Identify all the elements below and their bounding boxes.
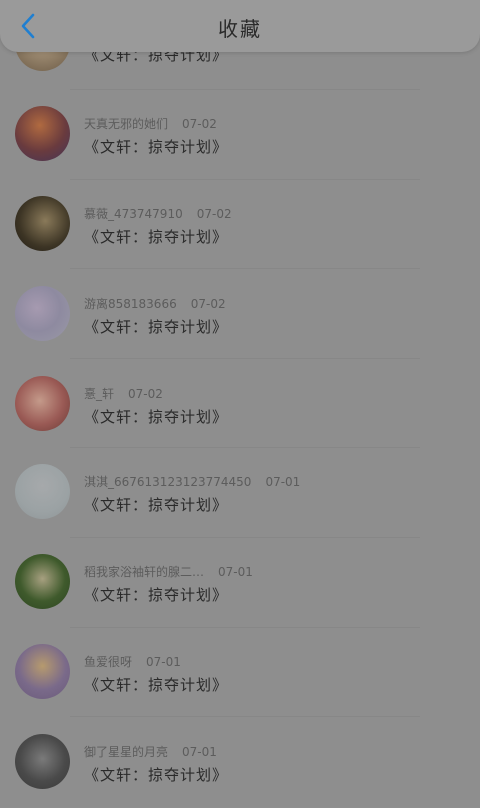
date: 07-02 [190, 297, 226, 311]
page-title: 收藏 [218, 17, 262, 41]
top-bar: 收藏 [0, 0, 480, 52]
work-title[interactable]: 《文轩：掠夺计划》 [84, 406, 228, 427]
list-item[interactable]: 憙_轩 07-02 《文轩：掠夺计划》 [0, 360, 480, 450]
item-meta: 天真无邪的她们 07-02 [84, 115, 217, 132]
divider [70, 716, 420, 717]
list-item[interactable]: 天真无邪的她们 07-02 《文轩：掠夺计划》 [0, 90, 480, 180]
work-title[interactable]: 《文轩：掠夺计划》 [84, 674, 228, 695]
username[interactable]: 稻我家浴袖轩的腺二… [84, 565, 204, 579]
list-item[interactable]: 御了星星的月亮 07-01 《文轩：掠夺计划》 [0, 718, 480, 808]
item-meta: 御了星星的月亮 07-01 [84, 743, 217, 760]
divider [70, 358, 420, 359]
list-item[interactable]: 淇淇_667613123123774450 07-01 《文轩：掠夺计划》 [0, 448, 480, 538]
work-title[interactable]: 《文轩：掠夺计划》 [84, 136, 228, 157]
date: 07-02 [182, 117, 217, 131]
username[interactable]: 憙_轩 [84, 387, 114, 401]
username[interactable]: 御了星星的月亮 [84, 745, 168, 759]
date: 07-01 [182, 745, 217, 759]
item-meta: 憙_轩 07-02 [84, 385, 163, 402]
item-meta: 鱼爱很呀 07-01 [84, 653, 181, 670]
item-meta: 淇淇_667613123123774450 07-01 [84, 473, 300, 490]
avatar [15, 376, 70, 431]
work-title[interactable]: 《文轩：掠夺计划》 [84, 226, 228, 247]
username[interactable]: 游离858183666 [84, 297, 177, 311]
date: 07-02 [196, 207, 232, 221]
work-title[interactable]: 《文轩：掠夺计划》 [84, 494, 228, 515]
item-meta: 慕薇_473747910 07-02 [84, 205, 232, 222]
avatar [15, 106, 70, 161]
date: 07-01 [265, 475, 301, 489]
work-title[interactable]: 《文轩：掠夺计划》 [84, 584, 228, 605]
date: 07-01 [146, 655, 181, 669]
avatar [15, 464, 70, 519]
username[interactable]: 天真无邪的她们 [84, 117, 168, 131]
list-item[interactable]: 鱼爱很呀 07-01 《文轩：掠夺计划》 [0, 628, 480, 718]
date: 07-02 [128, 387, 163, 401]
list-item[interactable]: 游离858183666 07-02 《文轩：掠夺计划》 [0, 270, 480, 360]
username[interactable]: 鱼爱很呀 [84, 655, 132, 669]
avatar [15, 734, 70, 789]
work-title[interactable]: 《文轩：掠夺计划》 [84, 316, 228, 337]
avatar [15, 644, 70, 699]
item-meta: 稻我家浴袖轩的腺二… 07-01 [84, 563, 253, 580]
avatar [15, 286, 70, 341]
username[interactable]: 淇淇_667613123123774450 [84, 475, 251, 489]
username[interactable]: 慕薇_473747910 [84, 207, 183, 221]
item-meta: 游离858183666 07-02 [84, 295, 226, 312]
work-title[interactable]: 《文轩：掠夺计划》 [84, 764, 228, 785]
list-item[interactable]: 稻我家浴袖轩的腺二… 07-01 《文轩：掠夺计划》 [0, 538, 480, 628]
date: 07-01 [218, 565, 253, 579]
favorites-screen: 《文轩：掠夺计划》 天真无邪的她们 07-02 《文轩：掠夺计划》 慕薇_4737… [0, 0, 480, 807]
list-item[interactable]: 慕薇_473747910 07-02 《文轩：掠夺计划》 [0, 180, 480, 270]
divider [70, 268, 420, 269]
avatar [15, 554, 70, 609]
avatar [15, 196, 70, 251]
